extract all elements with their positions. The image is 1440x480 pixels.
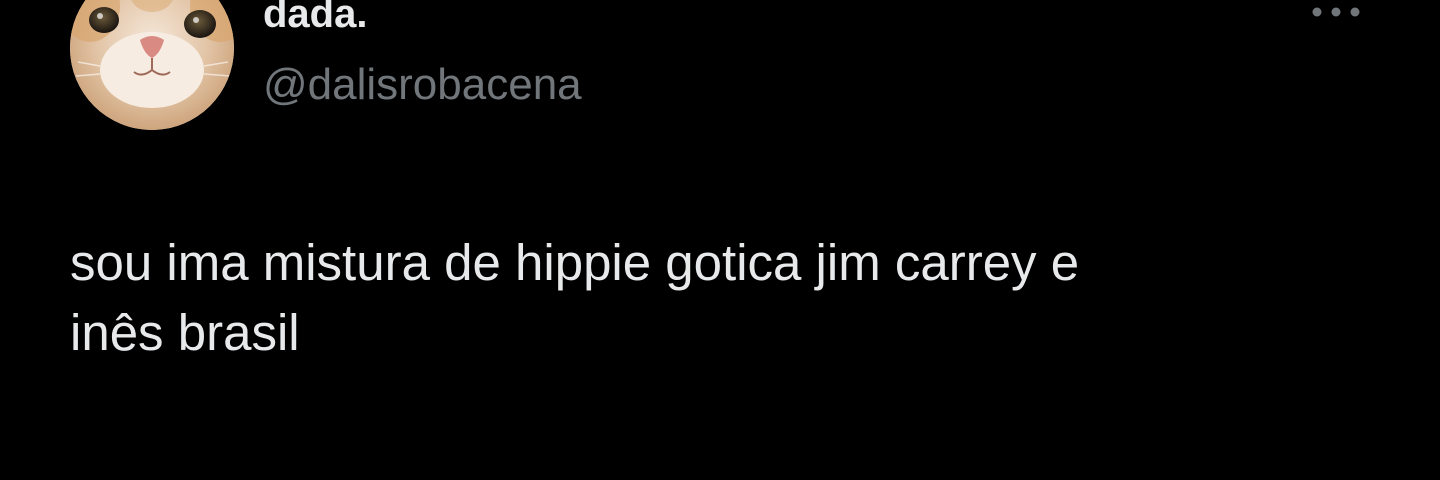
more-options-icon (1312, 7, 1360, 17)
cat-face-avatar-icon (70, 0, 234, 130)
display-name[interactable]: dada. (263, 0, 367, 42)
avatar[interactable] (70, 0, 234, 130)
user-handle[interactable]: @dalisrobacena (263, 58, 582, 112)
more-options-button[interactable] (1308, 0, 1364, 28)
tweet-text: sou ima mistura de hippie gotica jim car… (70, 234, 1080, 361)
tweet: dada. @dalisrobacena sou ima mistura de … (0, 0, 1440, 480)
